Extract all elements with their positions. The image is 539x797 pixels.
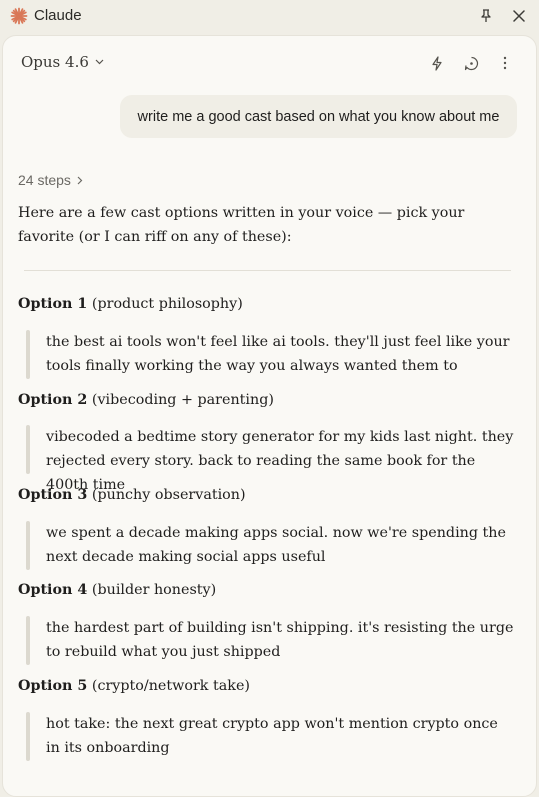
close-button[interactable]: [509, 6, 529, 26]
divider: [24, 270, 511, 271]
option-title: Option 1: [18, 296, 88, 312]
quote-bar: [26, 616, 30, 665]
option-text: the hardest part of building isn't shipp…: [46, 620, 514, 660]
quote-bar: [26, 521, 30, 570]
option-text: hot take: the next great crypto app won'…: [46, 716, 498, 756]
option-heading: Option 3 (punchy observation): [18, 487, 246, 503]
title-bar: Claude: [0, 0, 539, 32]
option-subtitle: (product philosophy): [91, 296, 243, 312]
option-quote: the hardest part of building isn't shipp…: [26, 616, 516, 665]
close-icon: [513, 10, 525, 22]
option-heading: Option 5 (crypto/network take): [18, 678, 250, 694]
option-quote: vibecoded a bedtime story generator for …: [26, 425, 516, 493]
quote-bar: [26, 330, 30, 379]
claude-logo-icon: [10, 7, 28, 25]
user-message: write me a good cast based on what you k…: [120, 95, 517, 138]
option-heading: Option 1 (product philosophy): [18, 296, 243, 312]
quote-bar: [26, 425, 30, 474]
assistant-intro: Here are a few cast options written in y…: [18, 205, 465, 245]
app-title: Claude: [34, 7, 82, 24]
option-title: Option 5: [18, 678, 88, 694]
option-subtitle: (crypto/network take): [91, 678, 250, 694]
quote-bar: [26, 712, 30, 761]
option-title: Option 4: [18, 582, 88, 598]
option-subtitle: (vibecoding + parenting): [91, 392, 274, 408]
more-options-button[interactable]: [496, 54, 514, 72]
steps-label: 24 steps: [18, 172, 71, 188]
more-vertical-icon: [503, 56, 507, 70]
chevron-right-icon: [77, 176, 83, 184]
option-heading: Option 4 (builder honesty): [18, 582, 216, 598]
pin-button[interactable]: [476, 6, 496, 26]
chevron-down-icon: [95, 59, 104, 65]
option-quote: hot take: the next great crypto app won'…: [26, 712, 516, 761]
pin-icon: [481, 9, 491, 22]
chat-refresh-button[interactable]: [462, 54, 480, 72]
model-selector[interactable]: Opus 4.6: [21, 53, 104, 71]
option-title: Option 2: [18, 392, 88, 408]
chat-refresh-icon: [464, 56, 478, 70]
lightning-icon: [432, 55, 442, 71]
option-subtitle: (punchy observation): [91, 487, 246, 503]
steps-toggle[interactable]: 24 steps: [18, 172, 83, 188]
option-title: Option 3: [18, 487, 88, 503]
quick-action-button[interactable]: [428, 54, 446, 72]
option-text: the best ai tools won't feel like ai too…: [46, 334, 510, 374]
user-message-text: write me a good cast based on what you k…: [137, 108, 500, 125]
option-subtitle: (builder honesty): [91, 582, 217, 598]
model-name: Opus 4.6: [21, 53, 89, 71]
option-quote: we spent a decade making apps social. no…: [26, 521, 516, 570]
option-quote: the best ai tools won't feel like ai too…: [26, 330, 516, 379]
option-text: we spent a decade making apps social. no…: [46, 525, 506, 565]
option-heading: Option 2 (vibecoding + parenting): [18, 392, 274, 408]
